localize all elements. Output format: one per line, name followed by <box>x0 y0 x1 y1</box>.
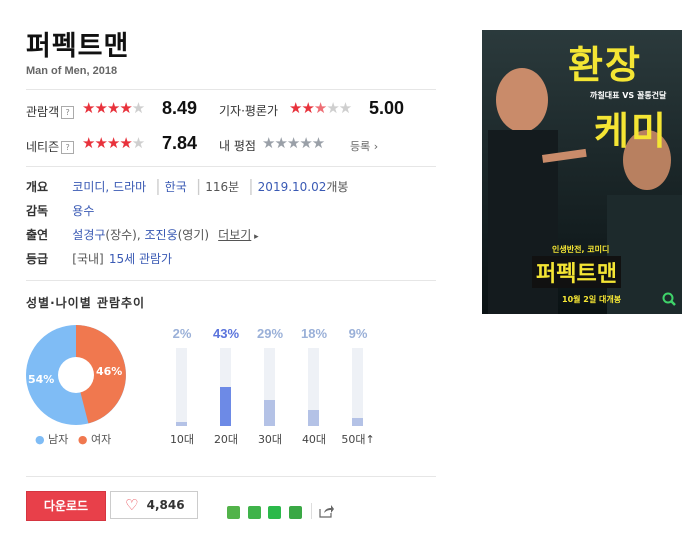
cast-link[interactable]: 설경구 <box>72 228 105 242</box>
rate-register-link[interactable]: 등록 › <box>350 138 378 154</box>
female-pct: 46% <box>96 365 123 378</box>
age-label: 30대 <box>257 433 283 446</box>
age-bar-track <box>308 348 319 426</box>
poster-kicker: 인생반전, 코미디 <box>552 245 610 254</box>
netizen-rating: 네티즌? <box>26 136 75 155</box>
zoom-icon[interactable] <box>662 292 676 306</box>
release-suffix: 개봉 <box>326 180 349 194</box>
cafe-share-icon[interactable] <box>248 506 261 519</box>
heart-icon: ♡ <box>125 496 139 514</box>
movie-title: 퍼펙트맨 <box>26 31 130 62</box>
age-label: 50대↑ <box>341 433 375 446</box>
age-pct-label: 2% <box>172 326 192 341</box>
audience-score: 8.49 <box>162 98 198 118</box>
netizen-score: 7.84 <box>162 133 198 153</box>
my-rating-label: 내 평점 <box>219 139 256 153</box>
netizen-label: 네티즌 <box>26 140 60 154</box>
director-row: 감독 용수 <box>26 200 94 219</box>
more-link[interactable]: 더보기 <box>218 228 251 242</box>
genre-link[interactable]: 드라마 <box>113 180 146 194</box>
age-pct-label: 9% <box>348 326 368 341</box>
my-rating-stars[interactable]: ★★★★★ <box>262 134 325 152</box>
release-date-link[interactable]: 2019.10.02 <box>258 180 327 194</box>
age-pct-label: 29% <box>256 326 284 341</box>
help-icon[interactable]: ? <box>61 106 75 119</box>
grade-region: [국내] <box>72 252 104 266</box>
age-bar <box>308 410 319 426</box>
cast-link[interactable]: 조진웅 <box>145 228 178 242</box>
age-bar-track <box>264 348 275 426</box>
like-button[interactable]: ♡ 4,846 <box>110 491 198 519</box>
divider <box>26 476 436 477</box>
trend-title: 성별·나이별 관람추이 <box>26 296 146 310</box>
movie-poster[interactable]: 환장 까칠대표 VS 꼴통건달 케미 인생반전, 코미디 퍼펙트맨 10월 2일… <box>482 30 682 314</box>
poster-release: 10월 2일 대개봉 <box>562 295 622 304</box>
age-bar-chart: 2% 10대 43% 20대 29% 30대 18% 40대 9% 50대↑ <box>162 326 402 446</box>
gender-legend: ● 남자 ● 여자 <box>35 433 112 446</box>
age-bar-track <box>220 348 231 426</box>
country-link[interactable]: 한국 <box>165 180 187 194</box>
age-bar <box>176 422 187 426</box>
cast-label: 출연 <box>26 228 49 242</box>
male-pct: 54% <box>28 373 55 386</box>
pie-hole <box>58 357 94 393</box>
divider <box>26 280 436 281</box>
critics-stars: ★★★★★ <box>289 99 352 117</box>
overview-label: 개요 <box>26 180 49 194</box>
age-pct-label: 43% <box>212 326 240 341</box>
director-link[interactable]: 용수 <box>72 204 94 218</box>
download-button[interactable]: 다운로드 <box>26 491 106 521</box>
poster-headline-2: 케미 <box>594 109 668 153</box>
age-label: 40대 <box>301 433 327 446</box>
critics-score: 5.00 <box>369 98 405 118</box>
age-bar <box>220 387 231 426</box>
grade-row: 등급 [국내] 15세 관람가 <box>26 248 172 267</box>
cast-role: (장수) <box>105 228 137 242</box>
share-icon[interactable] <box>319 504 335 518</box>
bookmark-share-icon[interactable] <box>268 506 281 519</box>
age-pct-label: 18% <box>300 326 328 341</box>
poster-headline-1: 환장 <box>568 43 642 87</box>
divider <box>26 89 436 90</box>
divider <box>311 503 312 519</box>
age-bar-track <box>176 348 187 426</box>
audience-label: 관람객 <box>26 105 60 119</box>
male-legend: 남자 <box>48 433 69 446</box>
help-icon[interactable]: ? <box>61 141 75 154</box>
cast-row: 출연 설경구(장수), 조진웅(영기) 더보기 ▸ <box>26 228 259 242</box>
age-bar <box>352 418 363 426</box>
keep-share-icon[interactable] <box>289 506 302 519</box>
grade-link[interactable]: 15세 관람가 <box>109 252 172 266</box>
blog-share-icon[interactable] <box>227 506 240 519</box>
cast-role: (영기) <box>177 228 210 242</box>
age-label: 10대 <box>169 433 195 446</box>
movie-subtitle: Man of Men, 2018 <box>26 65 118 77</box>
netizen-stars: ★★★★★ <box>82 134 145 152</box>
divider <box>26 166 436 167</box>
audience-stars: ★★★★★ <box>82 99 145 117</box>
like-count: 4,846 <box>146 498 185 512</box>
overview-row: 개요 코미디, 드라마 | 한국 | 116분 | 2019.10.02개봉 <box>26 176 349 195</box>
age-label: 20대 <box>213 433 239 446</box>
runtime: 116분 <box>205 180 240 194</box>
age-bar <box>264 400 275 426</box>
age-bar-track <box>352 348 363 426</box>
audience-rating: 관람객? <box>26 101 75 120</box>
grade-label: 등급 <box>26 252 49 266</box>
critics-label: 기자·평론가 <box>219 104 279 118</box>
genre-link[interactable]: 코미디 <box>72 180 105 194</box>
female-legend: 여자 <box>90 433 112 446</box>
poster-title: 퍼펙트맨 <box>532 256 621 288</box>
director-label: 감독 <box>26 204 49 218</box>
